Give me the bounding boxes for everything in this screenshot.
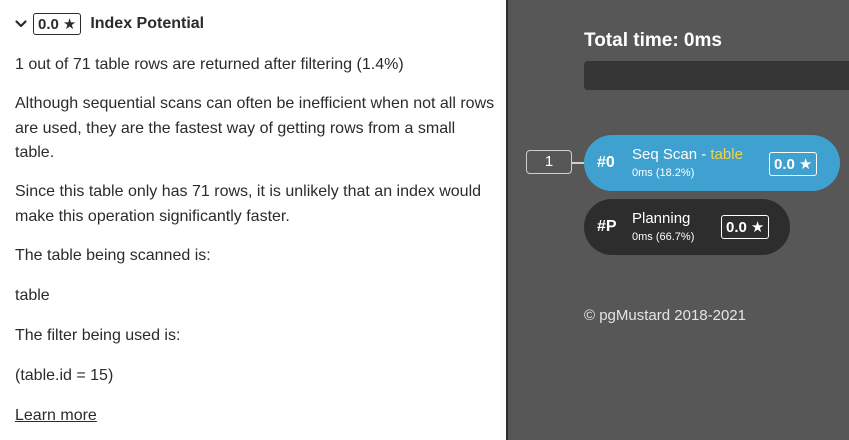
node-score-badge: 0.0 ★ bbox=[721, 215, 770, 239]
filter-label: The filter being used is: bbox=[15, 327, 181, 344]
filter-expression: (table.id = 15) bbox=[15, 367, 114, 384]
chevron-down-icon[interactable] bbox=[14, 17, 28, 31]
node-time: 0ms (18.2%) bbox=[632, 167, 695, 179]
node-connector bbox=[572, 162, 584, 164]
timing-bar bbox=[584, 61, 849, 90]
learn-more-link[interactable]: Learn more bbox=[15, 404, 97, 429]
plan-panel: Total time: 0ms 1 #0 Seq Scan - table 0m… bbox=[508, 0, 849, 440]
node-name: Seq Scan - table bbox=[632, 145, 743, 164]
panel-header[interactable]: 0.0 ★ Index Potential bbox=[14, 12, 204, 36]
node-id: #P bbox=[597, 218, 617, 235]
node-score-value: 0.0 bbox=[774, 155, 795, 173]
row-count-badge: 1 bbox=[526, 150, 572, 174]
table-label: The table being scanned is: bbox=[15, 247, 211, 264]
index-note-paragraph: Since this table only has 71 rows, it is… bbox=[15, 183, 482, 225]
node-score-badge: 0.0 ★ bbox=[769, 152, 818, 176]
node-name: Planning bbox=[632, 210, 691, 227]
score-badge: 0.0 ★ bbox=[33, 13, 82, 35]
copyright: © pgMustard 2018-2021 bbox=[584, 307, 746, 324]
plan-node-planning[interactable]: #P Planning 0ms (66.7%) 0.0 ★ bbox=[584, 199, 790, 255]
plan-node-seq-scan[interactable]: #0 Seq Scan - table 0ms (18.2%) 0.0 ★ bbox=[584, 135, 840, 191]
panel-title: Index Potential bbox=[90, 15, 205, 32]
total-time: Total time: 0ms bbox=[584, 30, 722, 51]
node-operation: Seq Scan - bbox=[632, 146, 711, 163]
rows-summary: 1 out of 71 table rows are returned afte… bbox=[15, 56, 404, 73]
score-value: 0.0 bbox=[38, 15, 59, 33]
star-icon: ★ bbox=[750, 219, 765, 236]
table-name: table bbox=[15, 287, 50, 304]
star-icon: ★ bbox=[798, 156, 813, 173]
star-icon: ★ bbox=[62, 15, 77, 33]
node-relation: table bbox=[710, 146, 743, 163]
detail-panel: 0.0 ★ Index Potential 1 out of 71 table … bbox=[0, 0, 506, 440]
node-time: 0ms (66.7%) bbox=[632, 231, 695, 243]
explanation-paragraph: Although sequential scans can often be i… bbox=[15, 95, 495, 161]
node-score-value: 0.0 bbox=[726, 218, 747, 236]
node-id: #0 bbox=[597, 154, 615, 171]
